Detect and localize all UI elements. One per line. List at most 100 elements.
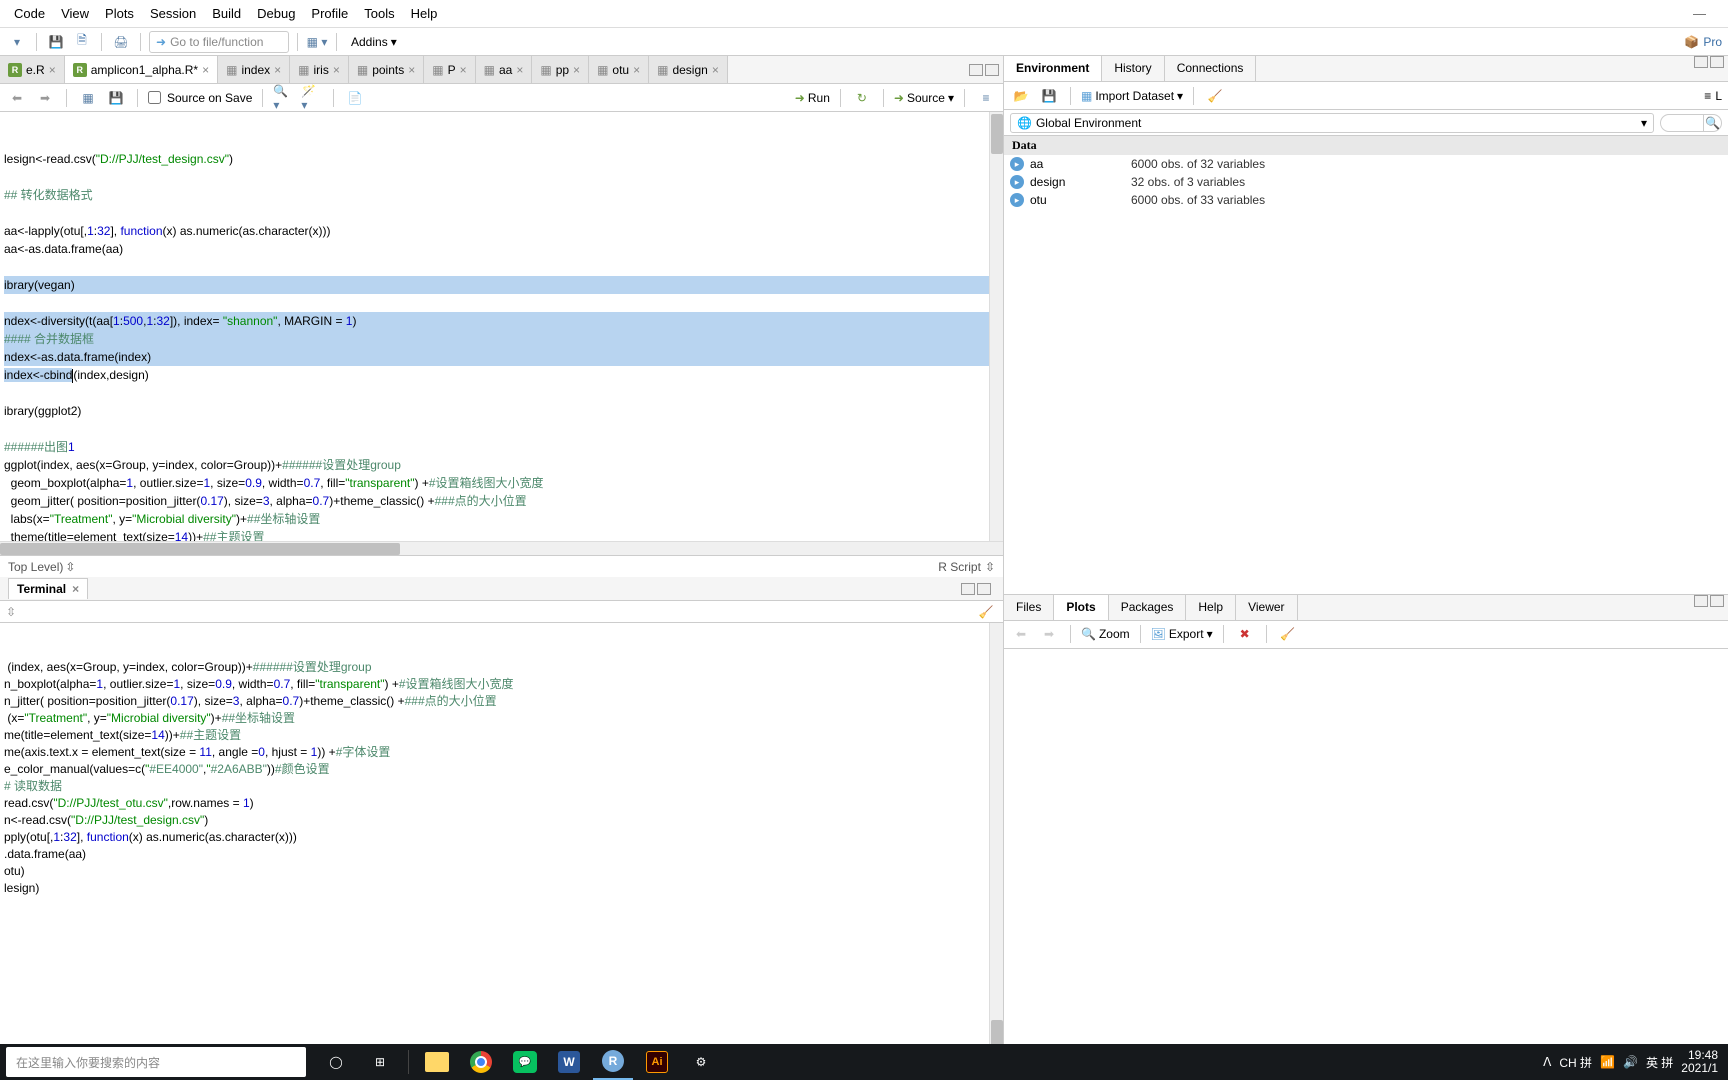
minimize-pane-icon[interactable] bbox=[1694, 595, 1708, 607]
tab-plots[interactable]: Plots bbox=[1054, 595, 1108, 620]
tab-environment[interactable]: Environment bbox=[1004, 56, 1102, 81]
save-workspace-icon[interactable]: 💾 bbox=[1038, 85, 1060, 107]
list-label[interactable]: L bbox=[1715, 89, 1722, 103]
prev-plot-icon[interactable]: ⬅ bbox=[1010, 623, 1032, 645]
tab-p[interactable]: ▦P× bbox=[424, 56, 475, 83]
scope-dropdown[interactable]: 🌐 Global Environment ▾ bbox=[1010, 113, 1654, 133]
tab-pp[interactable]: ▦pp× bbox=[532, 56, 589, 83]
env-item-aa[interactable]: ▸ aa 6000 obs. of 32 variables bbox=[1004, 155, 1728, 173]
clock-date[interactable]: 2021/1 bbox=[1681, 1062, 1718, 1075]
tab-aa[interactable]: ▦aa× bbox=[476, 56, 533, 83]
zoom-button[interactable]: 🔍Zoom bbox=[1081, 627, 1130, 641]
addins-menu[interactable]: Addins▾ bbox=[345, 33, 403, 51]
env-item-otu[interactable]: ▸ otu 6000 obs. of 33 variables bbox=[1004, 191, 1728, 209]
project-icon[interactable]: 📦 bbox=[1684, 35, 1699, 49]
close-icon[interactable]: × bbox=[516, 63, 523, 77]
rstudio-icon[interactable]: R bbox=[593, 1044, 633, 1080]
tab-otu[interactable]: ▦otu× bbox=[589, 56, 649, 83]
cortana-icon[interactable]: ◯ bbox=[316, 1044, 356, 1080]
source-editor[interactable]: lesign<-read.csv("D://PJJ/test_design.cs… bbox=[0, 112, 1003, 541]
vertical-scrollbar[interactable] bbox=[989, 623, 1003, 1052]
back-icon[interactable]: ⬅ bbox=[6, 87, 28, 109]
environment-search[interactable] bbox=[1660, 114, 1704, 132]
tab-design[interactable]: ▦design× bbox=[649, 56, 728, 83]
close-icon[interactable]: × bbox=[712, 63, 719, 77]
clear-plots-icon[interactable]: 🧹 bbox=[1277, 623, 1299, 645]
menu-debug[interactable]: Debug bbox=[249, 2, 303, 25]
menu-session[interactable]: Session bbox=[142, 2, 204, 25]
next-plot-icon[interactable]: ➡ bbox=[1038, 623, 1060, 645]
wand-icon[interactable]: 🪄 ▾ bbox=[301, 87, 323, 109]
maximize-pane-icon[interactable] bbox=[977, 583, 991, 595]
env-item-design[interactable]: ▸ design 32 obs. of 3 variables bbox=[1004, 173, 1728, 191]
close-icon[interactable]: × bbox=[460, 63, 467, 77]
new-file-icon[interactable]: ▾ bbox=[6, 31, 28, 53]
script-type[interactable]: R Script bbox=[938, 560, 981, 574]
tab-history[interactable]: History bbox=[1102, 56, 1164, 81]
tab-viewer[interactable]: Viewer bbox=[1236, 595, 1297, 620]
tab-packages[interactable]: Packages bbox=[1109, 595, 1187, 620]
minimize-pane-icon[interactable] bbox=[1694, 56, 1708, 68]
tab-e-r[interactable]: Re.R× bbox=[0, 56, 65, 83]
load-workspace-icon[interactable]: 📂 bbox=[1010, 85, 1032, 107]
language-indicator[interactable]: 英 拼 bbox=[1646, 1054, 1673, 1071]
task-view-icon[interactable]: ⊞ bbox=[360, 1044, 400, 1080]
print-icon[interactable]: 🖨 bbox=[110, 31, 132, 53]
search-icon[interactable]: 🔍 bbox=[1704, 114, 1722, 132]
terminal-tab[interactable]: Terminal × bbox=[8, 578, 88, 599]
menu-plots[interactable]: Plots bbox=[97, 2, 142, 25]
menu-help[interactable]: Help bbox=[403, 2, 446, 25]
network-icon[interactable]: 📶 bbox=[1600, 1055, 1615, 1069]
clear-console-icon[interactable]: 🧹 bbox=[975, 601, 997, 623]
close-icon[interactable]: × bbox=[633, 63, 640, 77]
wechat-icon[interactable]: 💬 bbox=[505, 1044, 545, 1080]
minimize-pane-icon[interactable] bbox=[969, 64, 983, 76]
minimize-pane-icon[interactable] bbox=[961, 583, 975, 595]
scope-indicator[interactable]: Top Level) bbox=[8, 560, 63, 574]
forward-icon[interactable]: ➡ bbox=[34, 87, 56, 109]
save-all-icon[interactable]: 🗎 bbox=[71, 31, 93, 53]
vertical-scrollbar[interactable] bbox=[989, 112, 1003, 541]
close-icon[interactable]: × bbox=[49, 63, 56, 77]
chrome-icon[interactable] bbox=[461, 1044, 501, 1080]
windows-search[interactable]: 在这里输入你要搜索的内容 bbox=[6, 1047, 306, 1077]
import-dataset-button[interactable]: ▦Import Dataset▾ bbox=[1081, 89, 1183, 103]
source-button[interactable]: ➜Source▾ bbox=[894, 91, 954, 105]
project-label[interactable]: Pro bbox=[1703, 35, 1722, 49]
tab-connections[interactable]: Connections bbox=[1165, 56, 1257, 81]
tab-points[interactable]: ▦points× bbox=[349, 56, 424, 83]
outline-icon[interactable]: ≡ bbox=[975, 87, 997, 109]
rerun-icon[interactable]: ↻ bbox=[851, 87, 873, 109]
close-icon[interactable]: × bbox=[72, 582, 79, 596]
menu-profile[interactable]: Profile bbox=[303, 2, 356, 25]
expand-icon[interactable]: ▸ bbox=[1010, 175, 1024, 189]
find-icon[interactable]: 🔍 ▾ bbox=[273, 87, 295, 109]
volume-icon[interactable]: 🔊 bbox=[1623, 1055, 1638, 1069]
grid-icon[interactable]: ▦ ▾ bbox=[306, 31, 328, 53]
expand-icon[interactable]: ▸ bbox=[1010, 157, 1024, 171]
tab-amplicon1-alpha[interactable]: Ramplicon1_alpha.R*× bbox=[65, 56, 218, 83]
tab-files[interactable]: Files bbox=[1004, 595, 1054, 620]
word-icon[interactable]: W bbox=[549, 1044, 589, 1080]
window-minimize-icon[interactable]: — bbox=[1685, 2, 1714, 25]
ime-indicator[interactable]: CH 拼 bbox=[1559, 1054, 1592, 1071]
export-button[interactable]: 🖼Export▾ bbox=[1151, 627, 1213, 641]
list-view-icon[interactable]: ≡ bbox=[1704, 89, 1711, 103]
menu-view[interactable]: View bbox=[53, 2, 97, 25]
close-icon[interactable]: × bbox=[573, 63, 580, 77]
horizontal-scrollbar[interactable] bbox=[0, 541, 1003, 555]
file-explorer-icon[interactable] bbox=[417, 1044, 457, 1080]
close-icon[interactable]: × bbox=[408, 63, 415, 77]
tray-chevron-icon[interactable]: ᐱ bbox=[1543, 1055, 1551, 1069]
goto-file-function[interactable]: ➜ Go to file/function bbox=[149, 31, 289, 53]
save-icon[interactable]: 💾 bbox=[105, 87, 127, 109]
menu-tools[interactable]: Tools bbox=[356, 2, 402, 25]
close-icon[interactable]: × bbox=[202, 63, 209, 77]
maximize-pane-icon[interactable] bbox=[1710, 595, 1724, 607]
clear-workspace-icon[interactable]: 🧹 bbox=[1204, 85, 1226, 107]
tab-index[interactable]: ▦index× bbox=[218, 56, 290, 83]
run-button[interactable]: ➜Run bbox=[795, 91, 830, 105]
source-on-save-checkbox[interactable] bbox=[148, 91, 161, 104]
report-icon[interactable]: 📄 bbox=[344, 87, 366, 109]
close-icon[interactable]: × bbox=[333, 63, 340, 77]
